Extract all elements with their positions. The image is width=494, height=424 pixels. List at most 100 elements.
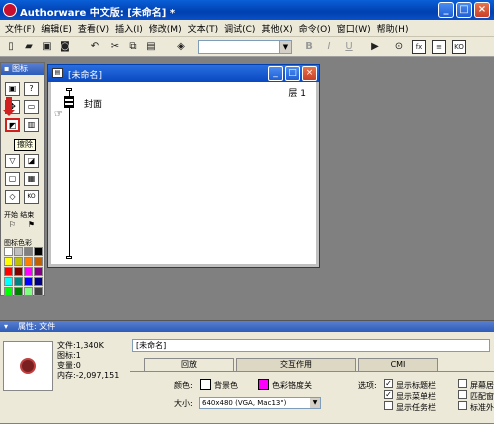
paste-icon[interactable]: ▤ <box>144 40 158 54</box>
variables-icon[interactable]: ≡ <box>432 40 446 54</box>
menu-view[interactable]: 查看(V) <box>75 22 112 35</box>
icon-color-swatch[interactable] <box>14 277 23 286</box>
font-select[interactable]: ▼ <box>198 40 292 54</box>
close-button[interactable]: × <box>474 2 490 18</box>
file-name-field[interactable]: [未命名] <box>132 339 490 352</box>
icon-color-swatch[interactable] <box>14 247 23 256</box>
flowline-end-marker <box>66 256 72 259</box>
icon-color-swatch[interactable] <box>24 257 33 266</box>
icon-color-swatch[interactable] <box>4 257 13 266</box>
match-window-checkbox[interactable] <box>458 390 467 399</box>
icon-color-swatch[interactable] <box>24 247 33 256</box>
file-thumbnail <box>3 341 53 391</box>
sound-tool-icon[interactable]: ◇ <box>5 190 20 204</box>
tab-cmi[interactable]: CMI <box>358 358 438 371</box>
icon-color-swatch[interactable] <box>4 247 13 256</box>
icon-color-swatch[interactable] <box>4 287 13 296</box>
bold-button[interactable]: B <box>302 40 316 54</box>
menu-file[interactable]: 文件(F) <box>2 22 38 35</box>
erase-tooltip: 擦除 <box>14 139 36 151</box>
chevron-down-icon[interactable]: ▼ <box>279 41 291 53</box>
menu-window[interactable]: 窗口(W) <box>334 22 374 35</box>
cut-icon[interactable]: ✂ <box>108 40 122 54</box>
menu-other[interactable]: 其他(X) <box>258 22 295 35</box>
start-flag-icon[interactable]: ⚐ <box>5 219 20 233</box>
flowchart-canvas[interactable]: 层 1 封面 ☞ <box>48 82 319 267</box>
size-label: 大小: <box>174 399 193 408</box>
icon-color-swatch[interactable] <box>24 277 33 286</box>
erase-tool-icon[interactable]: ◩ <box>5 118 20 132</box>
design-maximize-button[interactable]: □ <box>285 66 300 81</box>
map-icon[interactable] <box>64 96 74 108</box>
control-panel-icon[interactable]: ⊙ <box>392 40 406 54</box>
icon-color-swatch[interactable] <box>34 247 43 256</box>
menu-edit[interactable]: 编辑(E) <box>38 22 75 35</box>
import-icon[interactable]: ◙ <box>58 40 72 54</box>
icon-color-swatch[interactable] <box>14 287 23 296</box>
icon-color-swatch[interactable] <box>34 267 43 276</box>
standard-appearance-label: 标准外观 <box>470 403 494 412</box>
save-icon[interactable]: ▣ <box>40 40 54 54</box>
display-tool-icon[interactable]: ▣ <box>5 82 20 96</box>
new-file-icon[interactable]: ▯ <box>4 40 18 54</box>
standard-appearance-checkbox[interactable] <box>458 401 467 410</box>
design-close-button[interactable]: × <box>302 66 317 81</box>
run-icon[interactable]: ▶ <box>368 40 382 54</box>
map-icon-label[interactable]: 封面 <box>84 97 102 110</box>
collapse-arrow-icon[interactable]: ▾ <box>4 322 8 331</box>
minimize-button[interactable]: _ <box>438 2 454 18</box>
icon-color-swatch[interactable] <box>24 267 33 276</box>
size-select[interactable]: 640x480 (VGA, Mac13") ▼ <box>199 397 321 409</box>
icon-color-swatch[interactable] <box>14 267 23 276</box>
maximize-button[interactable]: □ <box>456 2 472 18</box>
decision-tool-icon[interactable]: ▭ <box>24 100 39 114</box>
menu-modify[interactable]: 修改(M) <box>146 22 185 35</box>
properties-header[interactable]: ▾ 属性: 文件 <box>0 321 494 332</box>
menu-text[interactable]: 文本(T) <box>185 22 222 35</box>
icon-color-swatch[interactable] <box>4 267 13 276</box>
design-window: ▤ [未命名] _ □ × 层 1 封面 ☞ <box>47 64 320 268</box>
interaction-tool-icon[interactable]: ? <box>24 82 39 96</box>
show-title-bar-checkbox[interactable]: ✓ <box>384 379 393 388</box>
knowledge-objects-icon[interactable]: KO <box>452 40 466 54</box>
tab-playback[interactable]: 回放 <box>144 358 234 371</box>
show-menu-bar-checkbox[interactable]: ✓ <box>384 390 393 399</box>
color-label: 颜色: <box>174 381 193 390</box>
menu-insert[interactable]: 插入(I) <box>112 22 146 35</box>
digital-movie-tool-icon[interactable]: ▦ <box>24 172 39 186</box>
chroma-key-swatch[interactable] <box>258 379 269 390</box>
flowline-start-marker <box>66 88 72 91</box>
center-screen-checkbox[interactable] <box>458 379 467 388</box>
flowline[interactable] <box>69 90 70 258</box>
background-color-swatch[interactable] <box>200 379 211 390</box>
open-file-icon[interactable]: ▰ <box>22 40 36 54</box>
calculation-tool-icon[interactable]: ▥ <box>24 118 39 132</box>
navigate-tool-icon[interactable]: ▽ <box>5 154 20 168</box>
menu-command[interactable]: 命令(O) <box>296 22 334 35</box>
icon-color-swatch[interactable] <box>34 257 43 266</box>
italic-button[interactable]: I <box>322 40 336 54</box>
show-task-bar-checkbox[interactable] <box>384 401 393 410</box>
chevron-down-icon[interactable]: ▼ <box>310 398 320 408</box>
undo-icon[interactable]: ↶ <box>88 40 102 54</box>
authorware-logo-icon <box>3 3 17 17</box>
design-minimize-button[interactable]: _ <box>268 66 283 81</box>
end-flag-icon[interactable]: ⚑ <box>24 219 39 233</box>
knowledge-object-tool-icon[interactable]: KO <box>24 190 39 204</box>
underline-button[interactable]: U <box>342 40 356 54</box>
menu-debug[interactable]: 调试(C) <box>221 22 258 35</box>
menu-help[interactable]: 帮助(H) <box>374 22 412 35</box>
background-color-label: 背景色 <box>214 381 238 390</box>
map-tool-icon[interactable]: ▢ <box>5 172 20 186</box>
find-icon[interactable]: ◈ <box>174 40 188 54</box>
icon-color-swatch[interactable] <box>24 287 33 296</box>
copy-icon[interactable]: ⧉ <box>126 40 140 54</box>
tab-interaction[interactable]: 交互作用 <box>236 358 356 371</box>
functions-icon[interactable]: fx <box>412 40 426 54</box>
framework-tool-icon[interactable]: ◪ <box>24 154 39 168</box>
end-flag-label: 结束 <box>20 211 35 219</box>
icon-color-swatch[interactable] <box>14 257 23 266</box>
icon-color-swatch[interactable] <box>34 277 43 286</box>
icon-color-swatch[interactable] <box>34 287 43 296</box>
icon-color-swatch[interactable] <box>4 277 13 286</box>
